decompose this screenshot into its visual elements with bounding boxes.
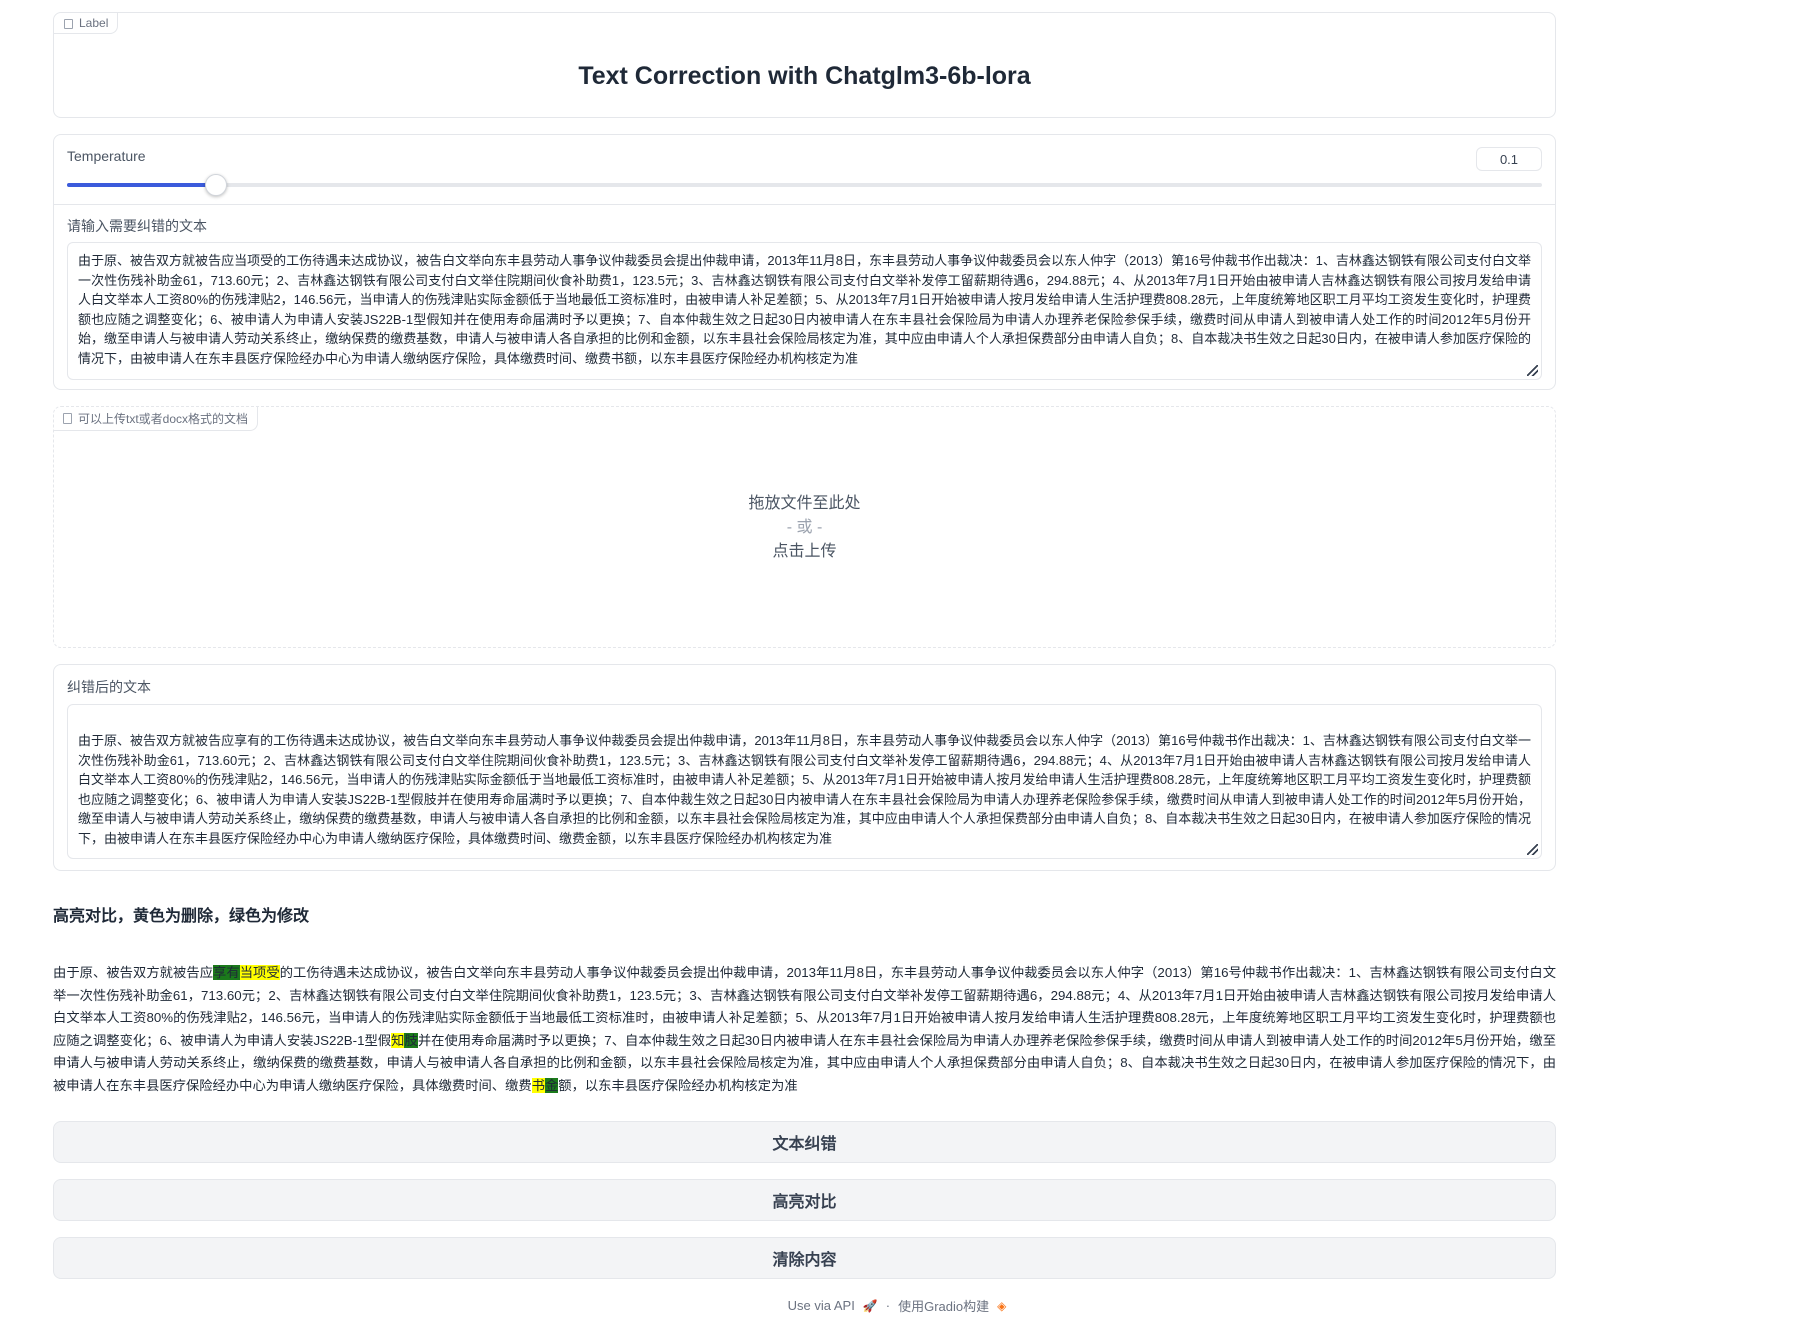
page-title: Text Correction with Chatglm3-6b-lora [578,62,1031,90]
label-badge: Label [54,13,119,34]
input-text-label: 请输入需要纠错的文本 [67,218,207,234]
label-badge-text: Label [79,16,109,30]
file-icon [63,413,72,424]
built-with-gradio-link[interactable]: 使用Gradio构建 [898,1296,989,1315]
output-block: 纠错后的文本 由于原、被告双方就被告应享有的工伤待遇未达成协议，被告白文举向东丰… [53,664,1556,871]
footer: Use via API 🚀 · 使用Gradio构建 ◈ [0,1296,1794,1315]
divider [54,204,1555,205]
deleted-highlight: 当项受 [239,965,280,980]
compare-title: 高亮对比，黄色为删除，绿色为修改 [53,908,310,925]
label-tag-icon [63,18,73,29]
title-block: Label Text Correction with Chatglm3-6b-l… [53,12,1556,118]
params-block: Temperature 0.1 请输入需要纠错的文本 由于原、被告双方就被告应当… [53,134,1556,390]
upload-click-text: 点击上传 [772,543,837,560]
modified-highlight: 享有 [213,965,240,980]
temperature-slider-fill [67,183,215,187]
compare-text: 由于原、被告双方就被告应享有当项受的工伤待遇未达成协议，被告白文举向东丰县劳动人… [53,962,1556,1097]
rocket-icon: 🚀 [862,1298,878,1313]
correct-text-button[interactable]: 文本纠错 [53,1121,1556,1163]
upload-prompt: 拖放文件至此处 - 或 - 点击上传 [54,492,1555,564]
upload-drop-text: 拖放文件至此处 [748,495,861,512]
input-text-content: 由于原、被告双方就被告应当项受的工伤待遇未达成协议，被告白文举向东丰县劳动人事争… [78,253,1531,366]
modified-highlight: 肢 [404,1032,418,1048]
resize-handle-icon[interactable] [1527,365,1538,376]
use-via-api-link[interactable]: Use via API [788,1298,855,1313]
temperature-label: Temperature [67,148,146,164]
compare-segment: 额，以东丰县医疗保险经办机构核定为准 [558,1077,798,1093]
upload-label-badge: 可以上传txt或者docx格式的文档 [54,407,259,431]
temperature-slider[interactable] [67,174,1542,196]
output-text-label: 纠错后的文本 [67,679,151,695]
resize-handle-icon[interactable] [1527,844,1538,855]
input-textarea[interactable]: 由于原、被告双方就被告应当项受的工伤待遇未达成协议，被告白文举向东丰县劳动人事争… [67,242,1542,380]
compare-segment: 由于原、被告双方就被告应 [53,965,214,980]
footer-separator: · [885,1298,891,1313]
clear-content-button[interactable]: 清除内容 [53,1237,1556,1279]
highlight-compare-button[interactable]: 高亮对比 [53,1179,1556,1221]
gradio-logo-icon: ◈ [997,1298,1007,1313]
temperature-slider-thumb[interactable] [204,174,227,196]
deleted-highlight: 知 [391,1032,405,1048]
upload-or-text: - 或 - [786,519,823,536]
output-textarea[interactable]: 由于原、被告双方就被告应享有的工伤待遇未达成协议，被告白文举向东丰县劳动人事争议… [67,704,1542,859]
modified-highlight: 金 [544,1077,559,1093]
temperature-number-input[interactable]: 0.1 [1476,147,1542,171]
upload-label-text: 可以上传txt或者docx格式的文档 [78,412,249,426]
output-text-content: 由于原、被告双方就被告应享有的工伤待遇未达成协议，被告白文举向东丰县劳动人事争议… [78,733,1531,846]
deleted-highlight: 书 [531,1077,545,1093]
file-upload-dropzone[interactable]: 可以上传txt或者docx格式的文档 拖放文件至此处 - 或 - 点击上传 [53,406,1556,648]
